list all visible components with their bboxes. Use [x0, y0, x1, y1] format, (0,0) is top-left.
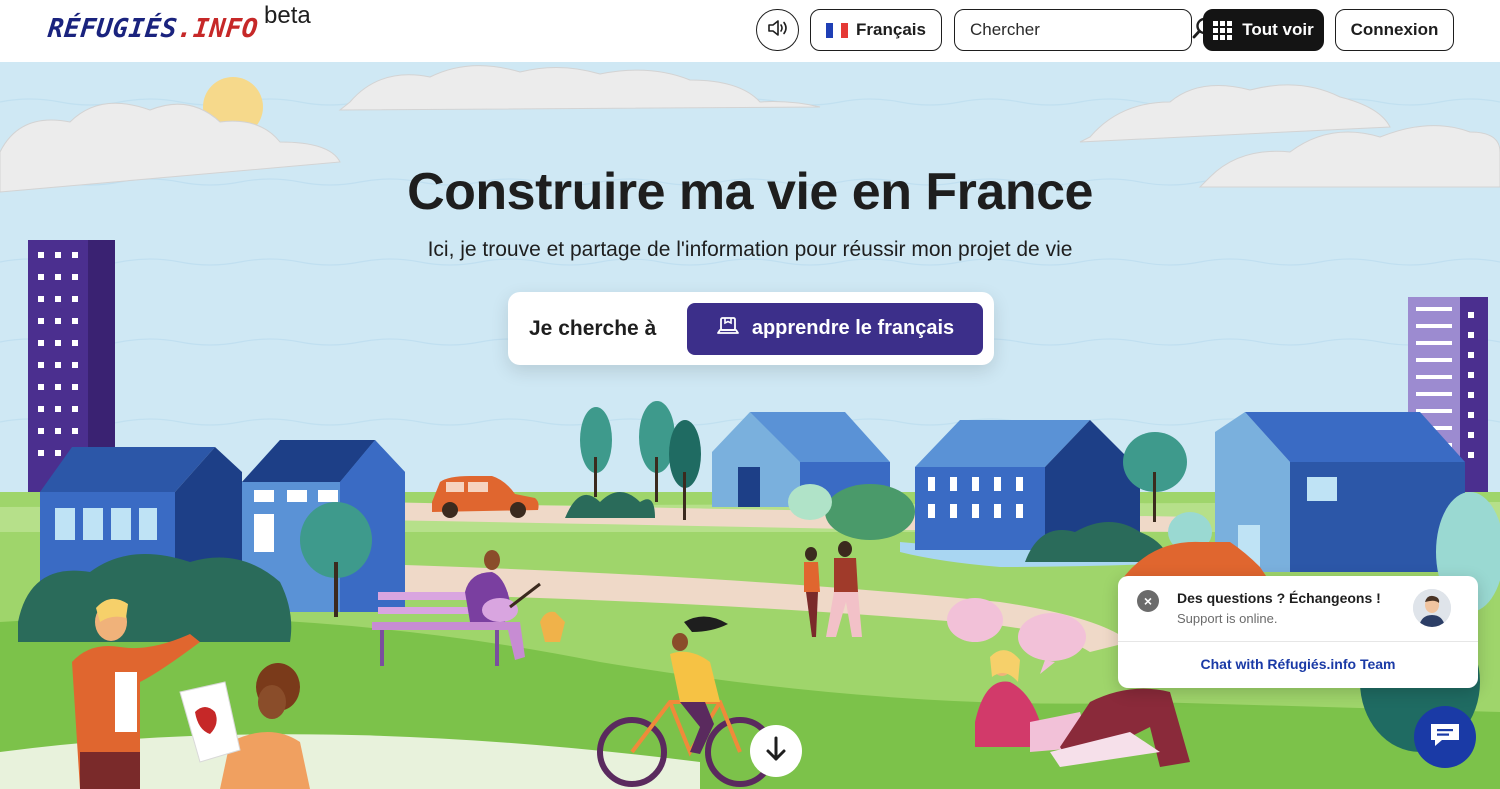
speaker-icon	[767, 19, 789, 42]
hero-subtitle: Ici, je trouve et partage de l'informati…	[427, 238, 1073, 261]
see-all-button[interactable]: Tout voir	[1203, 9, 1324, 51]
header-search[interactable]	[954, 9, 1213, 51]
french-flag-icon	[826, 22, 849, 38]
arrow-down-icon	[764, 735, 788, 768]
language-label: Français	[856, 20, 926, 39]
chat-status: Support is online.	[1177, 611, 1278, 626]
login-button[interactable]: Connexion	[1335, 9, 1454, 51]
text-to-speech-button[interactable]	[756, 9, 799, 51]
logo-suffix-text: INFO	[191, 14, 260, 44]
chat-launcher-button[interactable]	[1414, 706, 1476, 768]
chat-title: Des questions ? Échangeons !	[1177, 590, 1381, 606]
site-logo[interactable]: RÉFUGIÉS.INFO beta	[46, 2, 310, 44]
site-header: RÉFUGIÉS.INFO beta Français Chercher Tou…	[0, 0, 1500, 62]
chat-bubble-icon	[1428, 720, 1462, 755]
language-selector-button[interactable]: Français	[810, 9, 942, 51]
chat-divider	[1118, 641, 1478, 642]
search-prefix: Je cherche à	[529, 316, 657, 340]
logo-main-text: RÉFUGIÉS	[46, 14, 179, 44]
beta-badge: beta	[264, 2, 311, 29]
chat-close-button[interactable]: ×	[1137, 590, 1159, 612]
logo-wordmark: RÉFUGIÉS.INFO	[46, 14, 259, 44]
hero-title: Construire ma vie en France	[407, 163, 1093, 221]
theme-selector-button[interactable]: apprendre le français	[687, 302, 983, 355]
agent-avatar	[1413, 589, 1451, 627]
search-input[interactable]	[970, 20, 1191, 40]
chat-popup: × Des questions ? Échangeons ! Support i…	[1118, 576, 1478, 688]
theme-search-card: Je cherche à apprendre le français	[508, 292, 994, 365]
login-label: Connexion	[1350, 20, 1439, 39]
theme-label: apprendre le français	[751, 317, 955, 339]
chat-open-link[interactable]: Chat with Réfugiés.info Team	[1118, 656, 1478, 672]
scroll-down-button[interactable]	[750, 725, 802, 777]
see-all-label: Tout voir	[1242, 20, 1314, 39]
laptop-icon	[716, 314, 740, 344]
grid-icon	[1213, 20, 1233, 40]
